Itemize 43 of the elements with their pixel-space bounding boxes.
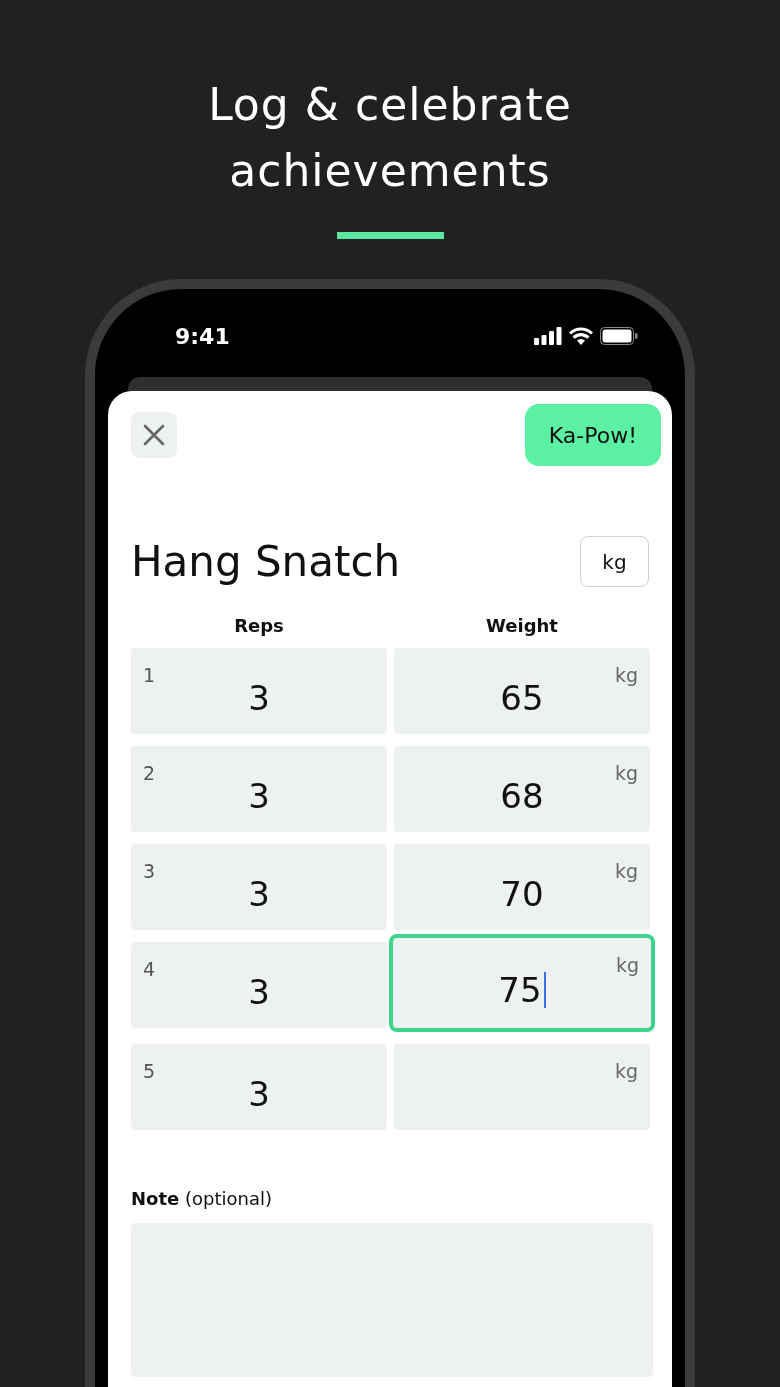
submit-button[interactable]: Ka-Pow! bbox=[524, 404, 661, 466]
weight-field[interactable]: 75 kg bbox=[389, 934, 655, 1032]
wifi-icon bbox=[569, 327, 593, 345]
column-header: Weight bbox=[485, 615, 559, 636]
battery-icon bbox=[600, 327, 638, 345]
unit-button[interactable]: kg bbox=[580, 536, 649, 587]
weight-value: 68 bbox=[500, 776, 544, 816]
set-number: 3 bbox=[143, 860, 156, 882]
set-number: 5 bbox=[143, 1060, 156, 1082]
reps-field[interactable]: 2 3 bbox=[131, 746, 387, 832]
note-label: Note (optional) bbox=[131, 1188, 273, 1209]
weight-field[interactable]: kg bbox=[394, 1044, 650, 1130]
weight-field[interactable]: 65 kg bbox=[394, 648, 650, 734]
reps-field[interactable]: 3 3 bbox=[131, 844, 387, 930]
unit-label: kg bbox=[614, 664, 638, 686]
unit-label: kg bbox=[615, 954, 639, 976]
close-button[interactable] bbox=[131, 412, 177, 458]
exercise-title: Hang Snatch bbox=[131, 537, 401, 586]
weight-value: 70 bbox=[500, 874, 544, 914]
weight-field[interactable]: 70 kg bbox=[394, 844, 650, 930]
reps-value: 3 bbox=[248, 776, 270, 816]
signal-icon bbox=[534, 327, 562, 345]
reps-value: 3 bbox=[248, 1074, 270, 1114]
headline: Log & celebrate achievements bbox=[207, 78, 573, 198]
unit-label: kg bbox=[614, 762, 638, 784]
unit-label: kg bbox=[614, 860, 638, 882]
reps-field[interactable]: 1 3 bbox=[131, 648, 387, 734]
status-time: 9:41 bbox=[175, 323, 230, 349]
reps-field[interactable]: 5 3 bbox=[131, 1044, 387, 1130]
close-icon bbox=[143, 424, 165, 446]
reps-field[interactable]: 4 3 bbox=[131, 942, 387, 1028]
set-number: 4 bbox=[143, 958, 156, 980]
weight-value: 65 bbox=[500, 678, 544, 718]
reps-value: 3 bbox=[248, 678, 270, 718]
weight-field[interactable]: 68 kg bbox=[394, 746, 650, 832]
weight-value: 75 bbox=[498, 970, 546, 1010]
column-header: Reps bbox=[233, 615, 285, 636]
set-number: 1 bbox=[143, 664, 156, 686]
unit-label: kg bbox=[614, 1060, 638, 1082]
reps-value: 3 bbox=[248, 972, 270, 1012]
reps-value: 3 bbox=[248, 874, 270, 914]
text-cursor bbox=[543, 972, 546, 1008]
set-number: 2 bbox=[143, 762, 156, 784]
